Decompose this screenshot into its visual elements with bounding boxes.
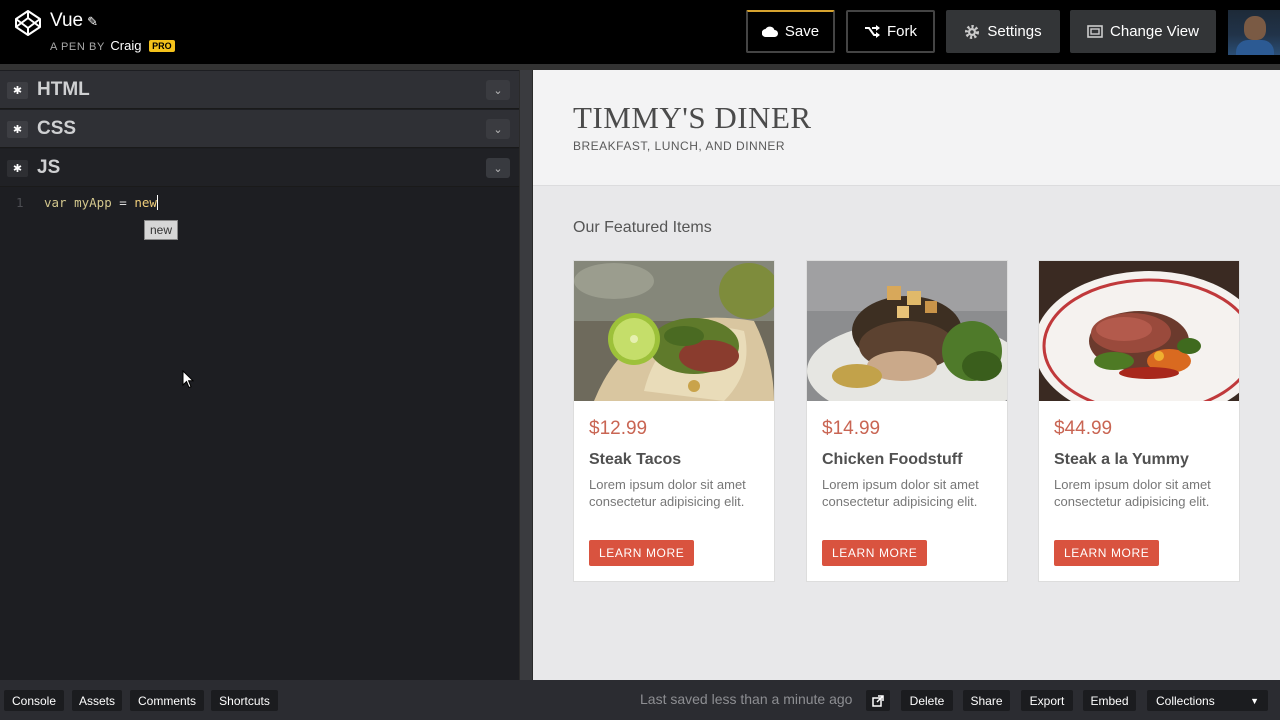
code-typed-text: new [134,195,157,210]
pencil-icon[interactable]: ✎ [87,14,98,29]
pro-badge: PRO [149,40,175,52]
change-view-button[interactable]: Change View [1070,10,1216,53]
code-operator: = [119,195,127,210]
card-name: Steak a la Yummy [1054,451,1189,468]
html-panel-header[interactable]: ✱ HTML ⌄ [0,71,519,109]
learn-more-button[interactable]: LEARN MORE [1054,540,1160,566]
collections-label: Collections [1156,693,1215,708]
change-view-icon [1087,25,1103,38]
chicken-foodstuff-image [807,261,1007,401]
card-price: $44.99 [1054,418,1113,439]
js-panel-title: JS [37,157,61,178]
menu-card: $14.99 Chicken Foodstuff Lorem ipsum dol… [806,260,1008,582]
card-price: $14.99 [822,418,881,439]
shortcuts-button[interactable]: Shortcuts [211,690,278,711]
chevron-down-icon[interactable]: ⌄ [486,119,510,139]
assets-button[interactable]: Assets [72,690,122,711]
menu-card: $44.99 Steak a la Yummy Lorem ipsum dolo… [1038,260,1240,582]
card-price: $12.99 [589,418,648,439]
css-panel-header[interactable]: ✱ CSS ⌄ [0,110,519,148]
css-settings-gear-icon[interactable]: ✱ [7,121,28,138]
code-identifier: myApp [74,195,112,210]
external-link-icon[interactable] [866,690,890,711]
card-name: Steak Tacos [589,451,682,468]
export-button[interactable]: Export [1021,690,1073,711]
mouse-cursor-icon [182,370,194,389]
gear-icon [965,24,980,39]
share-button[interactable]: Share [963,690,1010,711]
fork-label: Fork [887,23,917,40]
collections-dropdown[interactable]: Collections ▼ [1147,690,1268,711]
change-view-label: Change View [1110,23,1199,40]
fork-button[interactable]: Fork [846,10,935,53]
settings-label: Settings [987,23,1042,40]
pen-byline: A PEN BY Craig PRO [50,38,175,53]
site-header: TIMMY'S DINER BREAKFAST, LUNCH, AND DINN… [533,70,1280,186]
author-link[interactable]: Craig [110,38,141,53]
chevron-down-icon[interactable]: ⌄ [486,158,510,178]
site-title: TIMMY'S DINER [573,100,812,135]
section-title: Our Featured Items [573,219,712,236]
chevron-down-icon[interactable]: ⌄ [486,80,510,100]
comments-button[interactable]: Comments [130,690,204,711]
line-number: 1 [16,195,24,210]
settings-button[interactable]: Settings [946,10,1060,53]
user-avatar[interactable] [1228,10,1280,55]
editor-column: ✱ HTML ⌄ ✱ CSS ⌄ ✱ JS ⌄ 1 var myApp = ne… [0,70,519,680]
delete-button[interactable]: Delete [901,690,953,711]
last-saved-status: Last saved less than a minute ago [640,691,853,707]
result-preview: TIMMY'S DINER BREAKFAST, LUNCH, AND DINN… [533,70,1280,680]
card-description: Lorem ipsum dolor sit amet consectetur a… [1054,477,1211,509]
save-button[interactable]: Save [746,10,835,53]
card-description: Lorem ipsum dolor sit amet consectetur a… [822,477,979,509]
html-settings-gear-icon[interactable]: ✱ [7,82,28,99]
pen-title[interactable]: Vue ✎ [50,10,98,32]
card-description: Lorem ipsum dolor sit amet consectetur a… [589,477,746,509]
steak-tacos-image [574,261,774,401]
embed-button[interactable]: Embed [1083,690,1136,711]
save-label: Save [784,23,820,40]
js-panel-header[interactable]: ✱ JS ⌄ [0,149,519,187]
codepen-logo-icon[interactable] [14,9,42,37]
site-subtitle: BREAKFAST, LUNCH, AND DINNER [573,139,786,153]
text-caret [156,195,158,210]
fork-icon [865,25,880,38]
code-line[interactable]: var myApp = new [44,195,158,210]
bottom-toolbar: Console Assets Comments Shortcuts Last s… [0,680,1280,720]
js-code-editor[interactable]: 1 var myApp = new new [0,187,519,680]
card-name: Chicken Foodstuff [822,451,963,468]
console-button[interactable]: Console [4,690,64,711]
avatar-body [1236,40,1274,55]
css-panel-title: CSS [37,118,77,139]
pen-by-prefix: A PEN BY [50,41,105,53]
learn-more-button[interactable]: LEARN MORE [589,540,695,566]
top-header: Vue ✎ A PEN BY Craig PRO Save Fork Settin… [0,0,1280,64]
pen-title-text[interactable]: Vue [50,10,83,31]
learn-more-button[interactable]: LEARN MORE [822,540,928,566]
menu-card: $12.99 Steak Tacos Lorem ipsum dolor sit… [573,260,775,582]
html-panel-title: HTML [37,79,90,100]
steak-a-la-yummy-image [1039,261,1239,401]
js-settings-gear-icon[interactable]: ✱ [7,160,28,177]
avatar-face [1244,16,1266,40]
autocomplete-suggestion[interactable]: new [144,220,179,240]
cloud-icon [761,26,778,37]
chevron-down-icon: ▼ [1250,695,1259,706]
pane-resizer[interactable] [519,70,533,680]
code-keyword-var: var [44,195,67,210]
